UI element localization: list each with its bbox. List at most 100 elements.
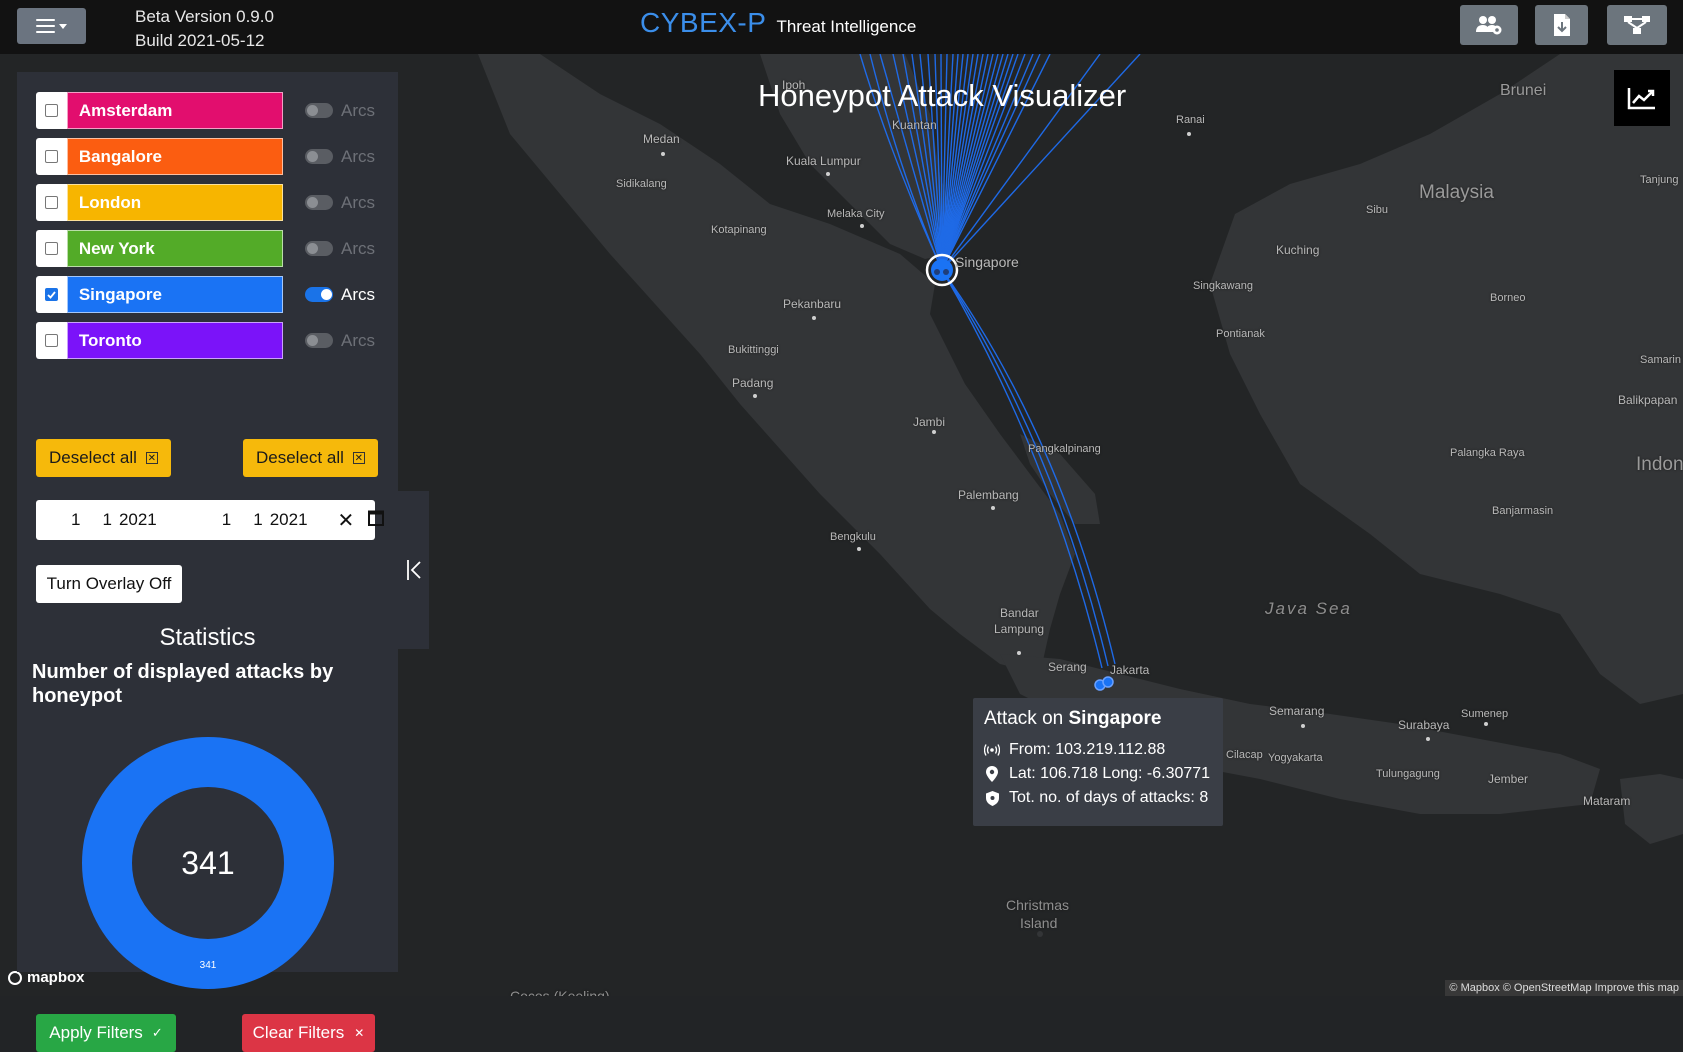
place-kuantan: Kuantan: [892, 118, 937, 132]
deselect-all-cities-button[interactable]: Deselect all ✕: [36, 439, 171, 477]
users-cog-button[interactable]: [1460, 5, 1518, 45]
arcs-label: Arcs: [341, 238, 376, 258]
close-box-icon: ✕: [352, 452, 365, 464]
city-checkbox[interactable]: [44, 150, 58, 163]
statistics-subtitle: Number of displayed attacks by honeypot: [32, 661, 334, 707]
city-checkbox[interactable]: [44, 288, 58, 301]
place-melaka-city: Melaka City: [827, 208, 885, 220]
end-month[interactable]: 1: [222, 510, 231, 530]
brand-subtitle: Threat Intelligence: [776, 17, 917, 36]
city-checkbox[interactable]: [44, 196, 58, 209]
checkbox-wrapper[interactable]: [36, 276, 67, 313]
city-dot: [932, 430, 936, 434]
city-filter-row: London Arcs: [36, 184, 375, 221]
city-dot: [1017, 651, 1021, 655]
map-pin-icon: [984, 766, 1000, 782]
chart-toggle-button[interactable]: [1614, 70, 1670, 126]
city-checkbox[interactable]: [44, 334, 58, 347]
place-surabaya: Surabaya: [1398, 718, 1450, 732]
start-month[interactable]: 1: [71, 510, 80, 530]
calendar-icon[interactable]: [368, 509, 385, 531]
place-island: Island: [1020, 915, 1058, 931]
city-dot: [1426, 737, 1430, 741]
city-label[interactable]: London: [66, 184, 284, 221]
city-label[interactable]: Toronto: [66, 322, 284, 359]
city-label[interactable]: New York: [66, 230, 284, 267]
attacks-donut-chart[interactable]: 341 341: [82, 737, 334, 989]
city-dot: [1301, 724, 1305, 728]
arcs-toggle[interactable]: [305, 149, 334, 164]
place-serang: Serang: [1048, 660, 1087, 674]
checkbox-wrapper[interactable]: [36, 138, 67, 175]
menu-button[interactable]: [17, 8, 86, 44]
donut-center-total: 341: [181, 845, 234, 881]
city-label[interactable]: Bangalore: [66, 138, 284, 175]
file-export-icon: [1553, 14, 1570, 36]
place-singkawang: Singkawang: [1193, 280, 1253, 292]
place-semarang: Semarang: [1269, 704, 1325, 718]
city-dot: [812, 316, 816, 320]
place-lampung: Lampung: [994, 622, 1045, 636]
apply-filters-button[interactable]: Apply Filters ✓: [36, 1014, 176, 1052]
users-cog-icon: [1476, 16, 1502, 35]
arcs-toggle[interactable]: [305, 241, 334, 256]
deselect-all-arcs-button[interactable]: Deselect all ✕: [243, 439, 378, 477]
place-tulungagung: Tulungagung: [1376, 768, 1440, 780]
collapse-sidebar-button[interactable]: [398, 491, 429, 649]
place-malaysia: Malaysia: [1419, 182, 1494, 203]
checkbox-wrapper[interactable]: [36, 322, 67, 359]
close-icon: ✕: [354, 1026, 365, 1040]
start-day[interactable]: 1: [102, 510, 111, 530]
city-filter-row: Bangalore Arcs: [36, 138, 375, 175]
arcs-label: Arcs: [341, 284, 376, 304]
arcs-label: Arcs: [341, 330, 376, 350]
brand-name: CYBEX-P: [640, 7, 767, 38]
place-borneo: Borneo: [1490, 292, 1526, 304]
start-year[interactable]: 2021: [119, 510, 157, 530]
place-singapore: Singapore: [955, 254, 1019, 270]
collapse-left-icon: [406, 560, 421, 580]
arcs-toggle[interactable]: [305, 103, 334, 118]
tooltip-title: Attack on Singapore: [984, 708, 1212, 730]
turn-overlay-off-button[interactable]: Turn Overlay Off: [36, 565, 182, 603]
city-dot: [753, 394, 757, 398]
place-padang: Padang: [732, 376, 774, 390]
clear-filters-button[interactable]: Clear Filters ✕: [242, 1014, 375, 1052]
arcs-toggle[interactable]: [305, 287, 334, 302]
checkbox-wrapper[interactable]: [36, 230, 67, 267]
city-checkbox[interactable]: [44, 242, 58, 255]
check-icon: ✓: [151, 1025, 163, 1040]
place-bandar: Bandar: [1000, 606, 1039, 620]
end-year[interactable]: 2021: [270, 510, 308, 530]
place-jember: Jember: [1488, 772, 1529, 786]
date-range-picker[interactable]: 1 1 2021 1 1 2021 ✕: [36, 500, 385, 540]
line-chart-icon: [1627, 88, 1655, 110]
end-day[interactable]: 1: [253, 510, 262, 530]
arcs-toggle[interactable]: [305, 195, 334, 210]
clear-date-icon[interactable]: ✕: [338, 508, 355, 533]
map-attribution[interactable]: © Mapbox © OpenStreetMap Improve this ma…: [1445, 980, 1683, 996]
version-line: Beta Version 0.9.0: [135, 7, 274, 26]
place-jambi: Jambi: [913, 415, 946, 429]
city-filter-row: New York Arcs: [36, 230, 375, 267]
tooltip-location-row: Lat: 106.718 Long: -6.30771: [984, 762, 1212, 786]
network-graph-button[interactable]: [1607, 5, 1667, 45]
checkbox-wrapper[interactable]: [36, 92, 67, 129]
mapbox-icon: [8, 970, 22, 985]
deselect-all-label: Deselect all: [256, 448, 344, 467]
place-brunei: Brunei: [1500, 82, 1547, 99]
tooltip-title-prefix: Attack on: [984, 708, 1069, 729]
filter-sidebar: Amsterdam Arcs Bangalore Arcs London Arcs New …: [17, 72, 398, 1052]
checkbox-wrapper[interactable]: [36, 184, 67, 221]
file-export-button[interactable]: [1535, 5, 1588, 45]
city-label[interactable]: Amsterdam: [66, 92, 284, 129]
tooltip-title-city: Singapore: [1068, 708, 1162, 729]
place-pekanbaru: Pekanbaru: [783, 297, 842, 311]
city-checkbox[interactable]: [44, 104, 58, 117]
arcs-toggle[interactable]: [305, 333, 334, 348]
city-dot: [1187, 132, 1191, 136]
city-label[interactable]: Singapore: [66, 276, 284, 313]
place-christmas: Christmas: [1006, 897, 1070, 913]
close-box-icon: ✕: [145, 452, 158, 464]
place-palembang: Palembang: [958, 488, 1019, 502]
